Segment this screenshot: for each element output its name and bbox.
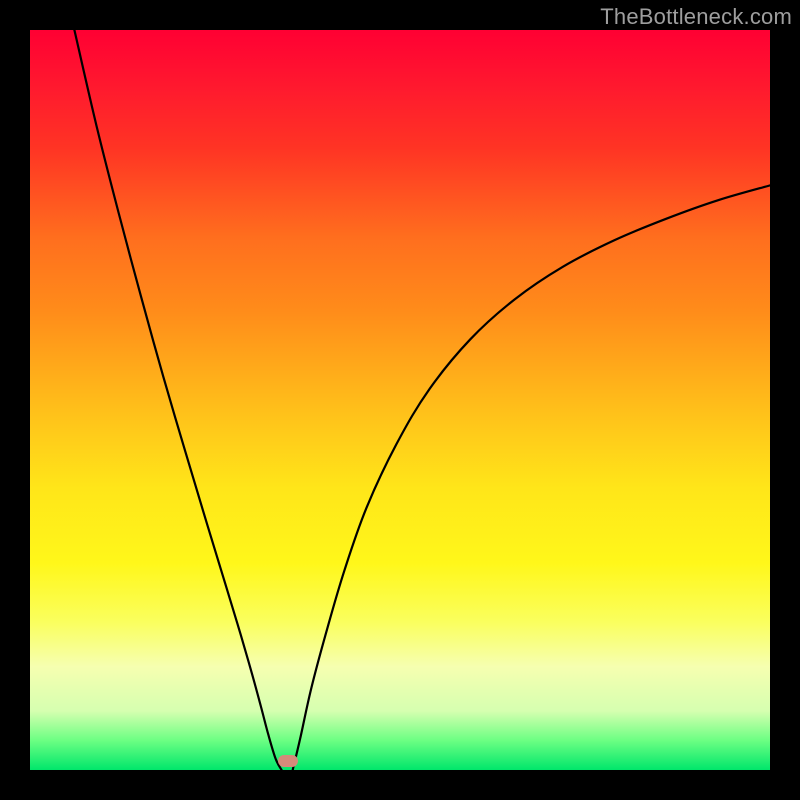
- left-curve: [74, 30, 281, 770]
- right-curve: [293, 185, 770, 770]
- plot-area: [30, 30, 770, 770]
- curve-svg: [30, 30, 770, 770]
- chart-frame: TheBottleneck.com: [0, 0, 800, 800]
- watermark-text: TheBottleneck.com: [600, 4, 792, 30]
- minimum-marker: [278, 755, 298, 767]
